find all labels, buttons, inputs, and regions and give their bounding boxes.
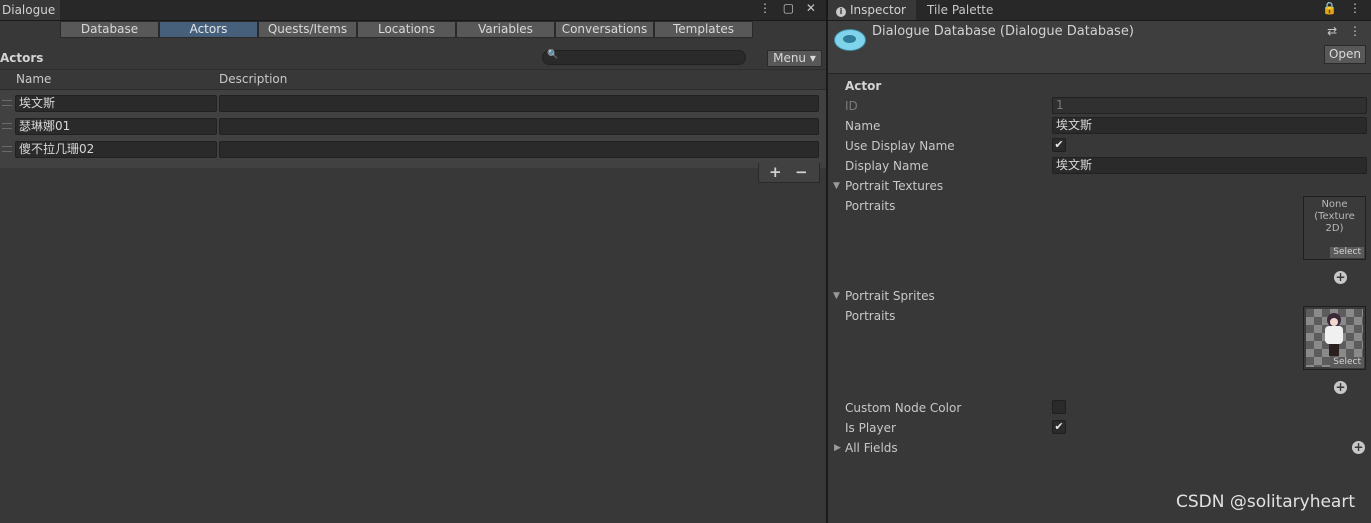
search-input[interactable]: 🔍 [542,50,746,65]
actors-list-header: Name Description [0,69,826,88]
dialogue-bubble-icon [834,29,866,51]
portrait-textures-foldout[interactable]: Portrait Textures [845,179,943,193]
actor-description-field[interactable] [219,141,819,158]
custom-node-color-label: Custom Node Color [845,401,962,415]
add-circle-icon[interactable]: + [1352,441,1365,454]
is-player-checkbox[interactable]: ✔ [1052,420,1066,434]
use-display-name-label: Use Display Name [845,139,955,153]
portrait-sprite-slot[interactable]: Select [1303,306,1366,370]
portrait-texture-slot[interactable]: None (Texture 2D) Select [1303,196,1366,260]
actors-list: 埃文斯 瑟琳娜01 傻不拉几珊02 [0,89,826,168]
id-field: 1 [1052,97,1367,114]
tab-actors[interactable]: Actors [159,21,258,38]
column-header-name: Name [16,72,52,86]
name-label: Name [845,119,881,133]
portraits-label: Portraits [845,199,896,213]
tab-database[interactable]: Database [60,21,159,38]
asset-header: Dialogue Database (Dialogue Database) ⇄ … [828,21,1371,74]
actor-name-field[interactable]: 埃文斯 [15,95,217,112]
id-label: ID [845,99,858,113]
inspector-window: i Inspector Tile Palette 🔒 ⋮ Dialogue Dat… [828,0,1371,523]
search-icon: 🔍 [547,50,559,60]
tab-variables[interactable]: Variables [456,21,555,38]
tab-conversations[interactable]: Conversations [555,21,654,38]
remove-actor-button[interactable]: − [795,163,808,181]
database-toolbar: Database Actors Quests/Items Locations V… [60,21,753,39]
tab-templates[interactable]: Templates [654,21,753,38]
actor-description-field[interactable] [219,118,819,135]
actor-section-title: Actor [845,79,882,93]
use-display-name-checkbox[interactable]: ✔ [1052,138,1066,152]
portrait-sprite-image [1324,313,1344,357]
actor-description-field[interactable] [219,95,819,112]
foldout-arrow-icon[interactable]: ▼ [833,291,840,301]
select-button[interactable]: Select [1330,357,1364,368]
list-item[interactable]: 傻不拉几珊02 [0,138,826,161]
window-tools-icons[interactable]: ⋮ ▢ ✕ [759,1,820,15]
menu-button[interactable]: Menu ▾ [767,50,822,67]
drag-handle-icon[interactable] [2,123,12,129]
name-field[interactable]: 埃文斯 [1052,117,1367,134]
all-fields-foldout[interactable]: All Fields [845,441,898,455]
tab-locations[interactable]: Locations [357,21,456,38]
asset-title: Dialogue Database (Dialogue Database) [872,24,1134,39]
custom-node-color-checkbox[interactable] [1052,400,1066,414]
foldout-arrow-icon[interactable]: ▼ [833,181,840,191]
list-item[interactable]: 埃文斯 [0,92,826,115]
add-circle-icon[interactable]: + [1334,271,1347,284]
list-add-remove-footer: + − [758,163,820,183]
actor-name-field[interactable]: 瑟琳娜01 [15,118,217,135]
drag-handle-icon[interactable] [2,100,12,106]
display-name-label: Display Name [845,159,929,173]
display-name-field[interactable]: 埃文斯 [1052,157,1367,174]
portraits-label: Portraits [845,309,896,323]
lock-icon[interactable]: 🔒 ⋮ [1322,1,1365,15]
column-header-description: Description [219,72,288,86]
tab-quests-items[interactable]: Quests/Items [258,21,357,38]
add-circle-icon[interactable]: + [1334,381,1347,394]
checkmark-icon: ✔ [1054,420,1064,433]
add-actor-button[interactable]: + [769,163,782,181]
dialogue-editor-window: Dialogue ⋮ ▢ ✕ Database Actors Quests/It… [0,0,826,523]
tab-inspector[interactable]: i Inspector [828,0,916,20]
texture-slot-text: None (Texture 2D) [1314,199,1355,234]
watermark-text: CSDN @solitaryheart [1175,492,1355,512]
tab-tile-palette[interactable]: Tile Palette [927,3,993,17]
portrait-sprites-foldout[interactable]: Portrait Sprites [845,289,935,303]
drag-handle-icon[interactable] [2,146,12,152]
window-tab-dialogue[interactable]: Dialogue [0,0,60,20]
is-player-label: Is Player [845,421,896,435]
select-button[interactable]: Select [1330,247,1364,258]
actors-section-title: Actors [0,51,44,65]
info-icon: i [836,7,846,17]
window-tab-bar [0,0,826,21]
header-settings-icons[interactable]: ⇄ ⋮ [1327,24,1365,38]
foldout-arrow-icon[interactable]: ▶ [834,443,841,453]
tab-inspector-label: Inspector [850,3,906,17]
checkmark-icon: ✔ [1054,138,1064,151]
list-item[interactable]: 瑟琳娜01 [0,115,826,138]
actor-name-field[interactable]: 傻不拉几珊02 [15,141,217,158]
open-button[interactable]: Open [1324,45,1366,64]
